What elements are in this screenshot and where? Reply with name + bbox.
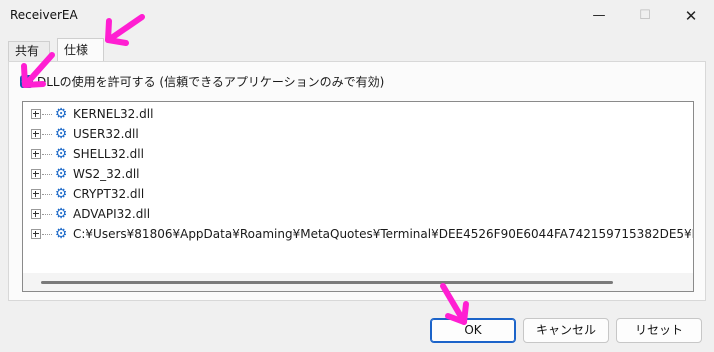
- reset-button[interactable]: リセット: [616, 318, 702, 343]
- tree-item[interactable]: ⚙ CRYPT32.dll: [23, 185, 144, 203]
- expand-icon[interactable]: [31, 109, 41, 119]
- tree-item-label: ADVAPI32.dll: [73, 207, 151, 221]
- tree-connector: [42, 133, 52, 135]
- expand-icon[interactable]: [31, 189, 41, 199]
- window-title: ReceiverEA: [10, 8, 78, 22]
- tab-spec[interactable]: 仕様: [57, 38, 104, 62]
- ok-button[interactable]: OK: [430, 318, 516, 343]
- tab-panel: DLLの使用を許可する (信頼できるアプリケーションのみで有効) ⚙ KERNE…: [8, 61, 706, 301]
- tree-connector: [42, 173, 52, 175]
- minimize-button[interactable]: —: [576, 0, 622, 32]
- tab-share[interactable]: 共有: [8, 41, 50, 61]
- tree-connector: [42, 113, 52, 115]
- allow-dll-checkbox-row[interactable]: DLLの使用を許可する (信頼できるアプリケーションのみで有効): [20, 73, 384, 89]
- tree-item[interactable]: ⚙ KERNEL32.dll: [23, 105, 153, 123]
- gear-icon: ⚙: [54, 166, 68, 182]
- gear-icon: ⚙: [54, 126, 68, 142]
- gear-icon: ⚙: [54, 186, 68, 202]
- close-button[interactable]: ✕: [668, 0, 714, 32]
- title-bar: ReceiverEA — ☐ ✕: [0, 0, 714, 32]
- tree-item-label: C:¥Users¥81806¥AppData¥Roaming¥MetaQuote…: [73, 227, 693, 241]
- maximize-button: ☐: [639, 8, 651, 23]
- expand-icon[interactable]: [31, 229, 41, 239]
- tree-connector: [42, 233, 52, 235]
- tree-item[interactable]: ⚙ ADVAPI32.dll: [23, 205, 150, 223]
- tree-connector: [42, 193, 52, 195]
- gear-icon: ⚙: [54, 206, 68, 222]
- scrollbar-thumb[interactable]: [41, 281, 613, 284]
- tree-item[interactable]: ⚙ USER32.dll: [23, 125, 139, 143]
- expand-icon[interactable]: [31, 169, 41, 179]
- tree-item-label: CRYPT32.dll: [73, 187, 145, 201]
- tree-item-label: WS2_32.dll: [73, 167, 140, 181]
- expand-icon[interactable]: [31, 209, 41, 219]
- gear-icon: ⚙: [54, 146, 68, 162]
- expand-icon[interactable]: [31, 149, 41, 159]
- tree-item-label: SHELL32.dll: [73, 147, 144, 161]
- allow-dll-checkbox[interactable]: [20, 74, 33, 88]
- tree-item[interactable]: ⚙ WS2_32.dll: [23, 165, 140, 183]
- tree-item[interactable]: ⚙ C:¥Users¥81806¥AppData¥Roaming¥MetaQuo…: [23, 225, 693, 243]
- gear-icon: ⚙: [54, 226, 68, 242]
- allow-dll-label: DLLの使用を許可する (信頼できるアプリケーションのみで有効): [37, 74, 385, 89]
- tree-item[interactable]: ⚙ SHELL32.dll: [23, 145, 144, 163]
- gear-icon: ⚙: [54, 106, 68, 122]
- tree-connector: [42, 213, 52, 215]
- cancel-button[interactable]: キャンセル: [523, 318, 609, 343]
- tree-item-label: USER32.dll: [73, 127, 139, 141]
- tree-item-label: KERNEL32.dll: [73, 107, 154, 121]
- dll-tree-view[interactable]: ⚙ KERNEL32.dll ⚙ USER32.dll ⚙ SHELL32.dl…: [22, 101, 694, 292]
- horizontal-scrollbar[interactable]: [23, 273, 693, 291]
- expand-icon[interactable]: [31, 129, 41, 139]
- dialog-window: ReceiverEA — ☐ ✕ 共有 仕様 DLLの使用を許可する (信頼でき…: [0, 0, 714, 352]
- tree-connector: [42, 153, 52, 155]
